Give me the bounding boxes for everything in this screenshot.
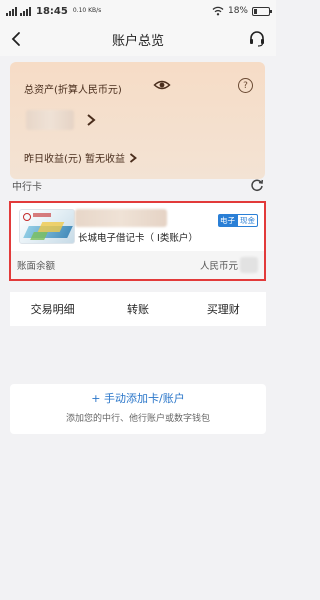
transfer-button[interactable]: 转账 [95,301,180,317]
back-arrow-icon[interactable] [8,30,26,48]
battery-icon [252,6,272,16]
card-name: 长城电子借记卡（ I类账户） [78,233,198,244]
card-actions: 交易明细 转账 买理财 [10,292,266,326]
boc-logo-icon [23,213,31,221]
yesterday-earnings[interactable]: 昨日收益(元) 暂无收益 [24,150,137,165]
add-account-button[interactable]: + 手动添加卡/账户 添加您的中行、他行账户或数字钱包 [10,384,266,434]
help-icon[interactable]: ? [238,78,253,93]
section-title: 中行卡 [12,182,42,193]
refresh-icon[interactable] [250,178,264,192]
badge-electronic: 电子 [218,214,237,227]
total-assets-card: 总资产(折算人民币元) ? 昨日收益(元) 暂无收益 [10,62,265,179]
network-speed: 0.10 KB/s [72,7,102,14]
chevron-right-icon[interactable] [86,114,96,126]
add-account-description: 添加您的中行、他行账户或数字钱包 [65,414,210,424]
chevron-right-icon [129,152,137,163]
signal-icon [20,6,31,16]
signal-icon [6,6,17,16]
card-thumbnail [19,209,75,244]
total-assets-amount-masked [26,110,74,130]
yesterday-earnings-label: 昨日收益(元) 暂无收益 [24,154,125,165]
status-time: 18:45 [36,5,68,17]
eye-icon[interactable] [153,76,171,94]
page-title: 账户总览 [111,33,164,49]
battery-percent: 18% [227,6,248,16]
balance-amount-masked [240,257,258,273]
status-bar: 18:45 0.10 KB/s 18% [0,0,276,22]
wifi-icon [212,6,224,16]
card-number-masked [75,209,167,227]
buy-wealth-button[interactable]: 买理财 [181,301,266,317]
total-assets-label: 总资产(折算人民币元) [24,85,122,96]
nav-bar: 账户总览 [0,22,276,56]
balance-label: 账面余额 [17,261,56,272]
account-type-badge: 电子 现金 [218,214,258,227]
add-account-title: + 手动添加卡/账户 [91,392,185,405]
account-card[interactable]: 电子 现金 长城电子借记卡（ I类账户） 账面余额 人民币元 [9,201,266,281]
transaction-details-button[interactable]: 交易明细 [10,301,95,317]
currency-label: 人民币元 [199,261,238,272]
badge-cash: 现金 [237,214,258,227]
headset-icon[interactable] [248,30,266,48]
balance-row: 账面余额 人民币元 [11,251,264,279]
